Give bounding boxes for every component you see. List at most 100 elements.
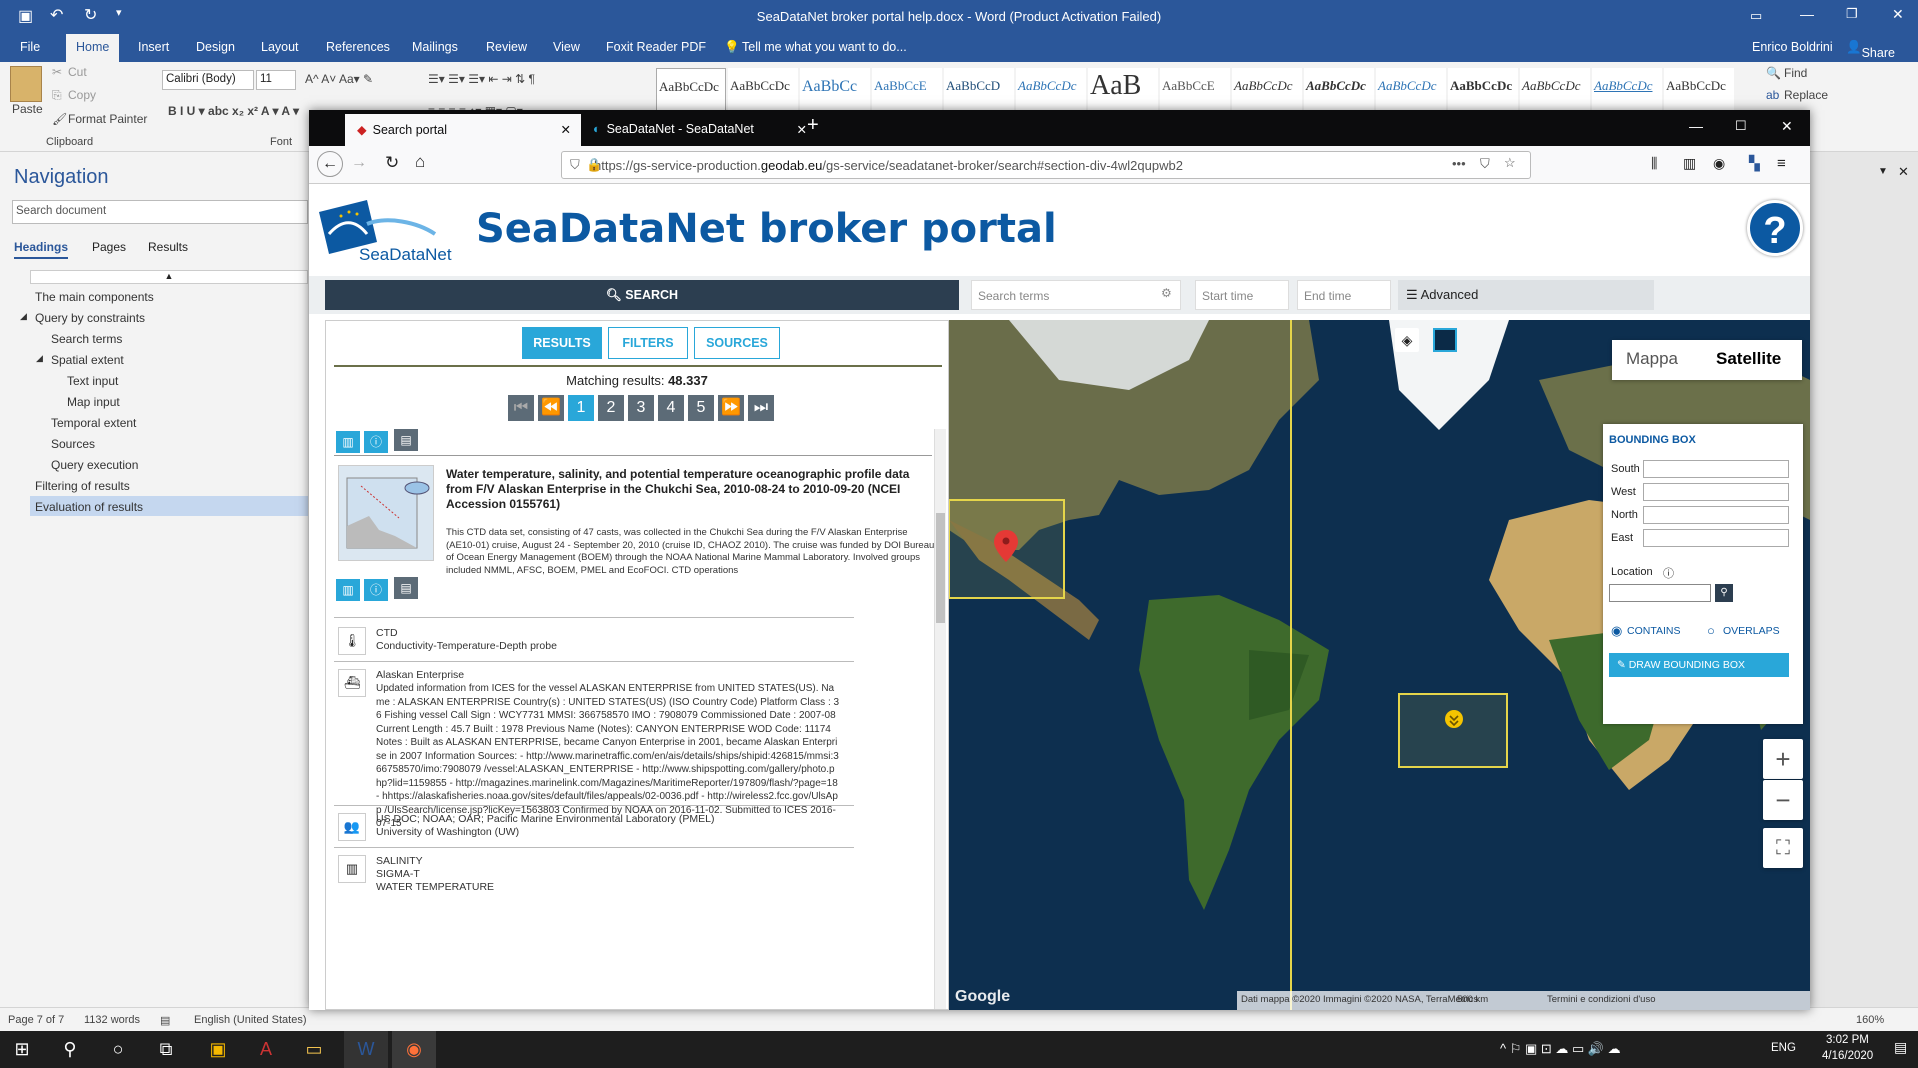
tab-filters[interactable]: FILTERS [608, 327, 688, 359]
page-5[interactable]: 5 [688, 395, 714, 421]
nav-heading-item[interactable]: Query by constraints [35, 311, 145, 325]
nav-heading-item[interactable]: Temporal extent [51, 416, 136, 430]
end-time-input[interactable]: End time [1297, 280, 1391, 310]
result-thumbnail[interactable] [338, 465, 434, 561]
result-title[interactable]: Water temperature, salinity, and potenti… [446, 467, 936, 512]
map-attribution[interactable]: Dati mappa ©2020 Immagini ©2020 NASA, Te… [1241, 994, 1478, 1005]
grow-font-icon[interactable]: A^ A˅ Aa▾ ✎ [305, 72, 373, 86]
tab-mailings[interactable]: Mailings [412, 40, 458, 54]
east-input[interactable] [1643, 529, 1789, 547]
close-icon[interactable]: ✕ [1892, 6, 1904, 23]
chart-icon[interactable]: ▥ [336, 579, 360, 601]
document-icon[interactable]: ▤ [394, 577, 418, 599]
draw-rectangle-icon[interactable] [1433, 328, 1457, 352]
document-icon[interactable]: ▤ [394, 429, 418, 451]
task-view-icon[interactable]: ⧉ [144, 1031, 188, 1068]
style-emphasis[interactable]: AaBbCcDc [1304, 68, 1374, 116]
contains-radio-icon[interactable]: ◉ [1611, 623, 1622, 639]
nav-tab-pages[interactable]: Pages [92, 240, 126, 254]
collapse-triangle-icon[interactable]: ◢ [20, 311, 27, 322]
ff-close-icon[interactable]: ✕ [1781, 118, 1793, 135]
ff-minimize-icon[interactable]: — [1689, 118, 1703, 134]
results-scrollbar[interactable] [934, 429, 946, 1009]
layers-icon[interactable]: ◈ [1395, 328, 1419, 352]
map-type-satellite[interactable]: Satellite [1716, 349, 1781, 369]
windows-start-icon[interactable]: ⊞ [0, 1031, 44, 1068]
style-quote[interactable]: AaBbCcDc [1520, 68, 1590, 116]
bookmark-star-icon[interactable]: ☆ [1504, 155, 1516, 171]
minimize-icon[interactable]: — [1800, 6, 1814, 22]
nav-heading-item[interactable]: Search terms [51, 332, 122, 346]
tab-file[interactable]: File [20, 40, 40, 54]
page-1[interactable]: 1 [568, 395, 594, 421]
location-search-icon[interactable]: ⚲ [1715, 584, 1733, 602]
account-icon[interactable]: ◉ [1713, 155, 1725, 172]
draw-bounding-box-button[interactable]: ✎ DRAW BOUNDING BOX [1609, 653, 1789, 677]
nav-heading-item[interactable]: Spatial extent [51, 353, 124, 367]
next-pages-icon[interactable]: ⏩ [718, 395, 744, 421]
clock-date[interactable]: 4/16/2020 [1822, 1050, 1873, 1062]
paste-button[interactable]: Paste [12, 102, 43, 116]
tab-view[interactable]: View [553, 40, 580, 54]
access-icon[interactable]: A [244, 1031, 288, 1068]
north-input[interactable] [1643, 506, 1789, 524]
extensions-icon[interactable]: ▚ [1749, 155, 1760, 172]
input-language[interactable]: ENG [1771, 1042, 1796, 1054]
style-heading3[interactable]: AaBbCcD [944, 68, 1014, 116]
font-size-select[interactable]: 11 [256, 70, 296, 90]
style-title[interactable]: AaB [1088, 68, 1158, 116]
start-time-input[interactable]: Start time [1195, 280, 1289, 310]
nav-heading-item[interactable]: Filtering of results [35, 479, 130, 493]
last-page-icon[interactable]: ⏭ [748, 395, 774, 421]
search-document-input[interactable]: Search document [12, 200, 308, 224]
cut-button[interactable]: Cut [68, 65, 87, 79]
menu-icon[interactable]: ≡ [1777, 155, 1786, 172]
prev-pages-icon[interactable]: ⏪ [538, 395, 564, 421]
tab-design[interactable]: Design [196, 40, 235, 54]
collapse-all-button[interactable]: ▲ [30, 270, 308, 284]
clock-time[interactable]: 3:02 PM [1826, 1034, 1869, 1046]
lock-icon[interactable]: 🔒 [586, 157, 602, 173]
cortana-icon[interactable]: ○ [96, 1031, 140, 1068]
fullscreen-icon[interactable]: ⛶ [1763, 828, 1803, 868]
library-icon[interactable]: ⫼ [1651, 155, 1657, 172]
map-type-mappa[interactable]: Mappa [1626, 349, 1678, 369]
overlaps-radio-icon[interactable]: ○ [1707, 623, 1715, 638]
style-subtle-reference[interactable]: AaBbCcDc [1664, 68, 1734, 116]
new-tab-icon[interactable]: + [807, 114, 819, 137]
south-input[interactable] [1643, 460, 1789, 478]
tab-insert[interactable]: Insert [138, 40, 169, 54]
chevron-down-icon[interactable]: ▼ [1878, 166, 1888, 177]
format-painter-button[interactable]: Format Painter [68, 112, 147, 126]
tab-layout[interactable]: Layout [261, 40, 299, 54]
style-no-spacing[interactable]: AaBbCcDc [728, 68, 798, 116]
nav-heading-item[interactable]: Text input [67, 374, 118, 388]
style-normal[interactable]: AaBbCcDc [656, 68, 726, 116]
help-circle-icon[interactable]: ⓘ [1663, 565, 1674, 581]
ff-maximize-icon[interactable]: ☐ [1735, 118, 1747, 134]
location-input[interactable] [1609, 584, 1711, 602]
style-heading4[interactable]: AaBbCcDc [1016, 68, 1086, 116]
tab-home[interactable]: Home [66, 34, 120, 62]
style-intense-quote[interactable]: AaBbCcDc [1592, 68, 1662, 116]
tab-search-portal[interactable]: ◆ Search portal ✕ [345, 114, 581, 146]
close-pane-icon[interactable]: ✕ [1898, 164, 1909, 180]
settings-gear-icon[interactable]: ⚙ [1161, 286, 1172, 300]
search-terms-input[interactable]: Search terms [971, 280, 1181, 310]
user-name[interactable]: Enrico Boldrini [1752, 40, 1833, 54]
nav-heading-item-selected[interactable]: Evaluation of results [30, 496, 308, 516]
tell-me-box[interactable]: Tell me what you want to do... [742, 40, 907, 54]
nav-heading-item[interactable]: Query execution [51, 458, 138, 472]
style-heading1[interactable]: AaBbCc [800, 68, 870, 116]
style-intense-emphasis[interactable]: AaBbCcDc [1376, 68, 1446, 116]
tab-foxit[interactable]: Foxit Reader PDF [606, 40, 706, 54]
page-actions-icon[interactable]: ••• [1452, 156, 1466, 171]
tab-seadatanet[interactable]: ◐ SeaDataNet - SeaDataNet ✕ [581, 114, 817, 146]
advanced-button[interactable]: ☰ Advanced [1398, 280, 1654, 310]
paste-icon[interactable] [10, 66, 42, 102]
map-scale[interactable]: 500 km [1457, 994, 1488, 1005]
sidebar-icon[interactable]: ▥ [1683, 155, 1696, 172]
reload-icon[interactable]: ↻ [385, 153, 399, 173]
tray-icons[interactable]: ^ ⚐ ▣ ⊡ ☁ ▭ 🔊 ☁ [1500, 1041, 1621, 1057]
zoom-in-button[interactable]: + [1763, 739, 1803, 779]
